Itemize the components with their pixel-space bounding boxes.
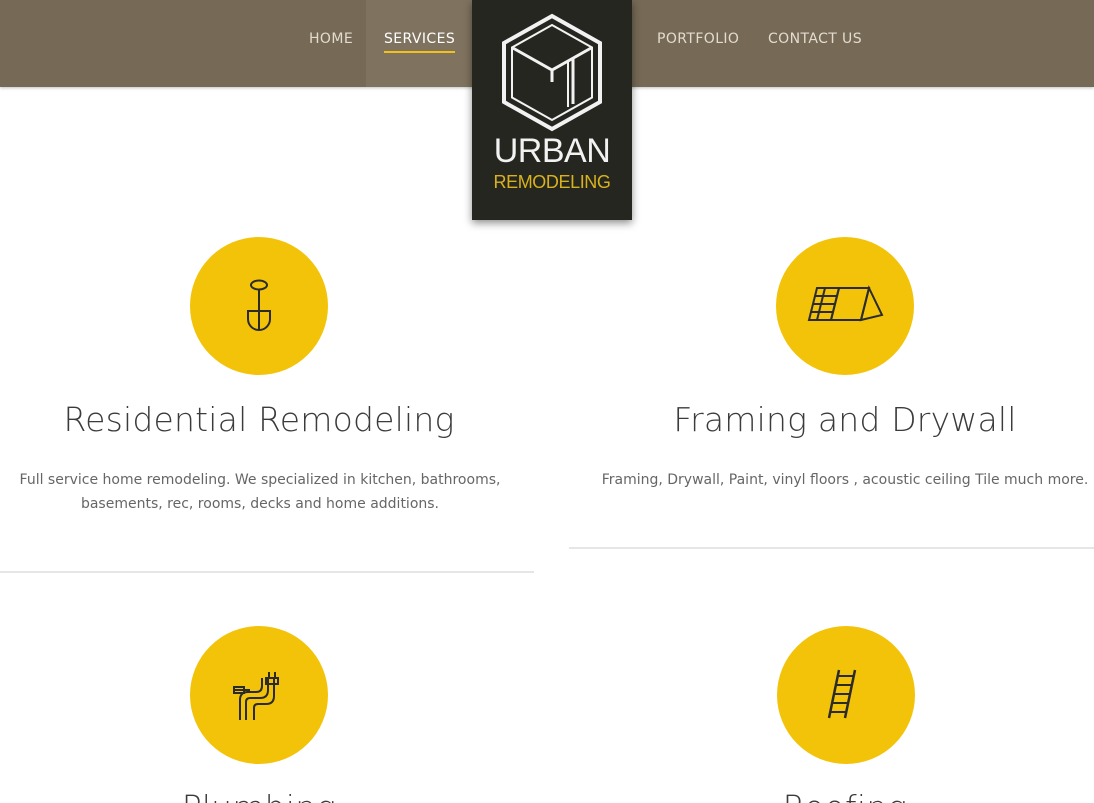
shovel-icon (247, 279, 271, 331)
service-description: Full service home remodeling. We special… (19, 472, 501, 512)
service-description: Framing, Drywall, Paint, vinyl floors , … (601, 472, 1089, 488)
service-icon-circle (190, 237, 328, 375)
nav-contact-link[interactable]: CONTACT US (768, 31, 862, 47)
service-title: Residential Remodeling (63, 400, 455, 439)
cube-logo-icon (502, 13, 602, 132)
service-icon-circle (777, 626, 915, 764)
logo-subtitle: REMODELING (493, 172, 611, 192)
ladder-icon (827, 669, 857, 719)
nav-services-link[interactable]: SERVICES (384, 31, 456, 53)
site-logo[interactable]: URBAN REMODELING (472, 0, 632, 220)
nav-portfolio-link[interactable]: PORTFOLIO (657, 31, 739, 47)
pipes-icon (233, 672, 279, 720)
service-title: Framing and Drywall (673, 400, 1017, 439)
service-title: Plumbing (0, 788, 518, 803)
logo-wordmark: URBAN (493, 132, 611, 170)
nav-home-link[interactable]: HOME (309, 31, 353, 47)
drywall-panels-icon (807, 285, 884, 322)
divider (569, 547, 1094, 549)
divider (0, 571, 534, 573)
service-title: Roofing (569, 788, 1094, 803)
service-icon-circle (776, 237, 914, 375)
service-icon-circle (190, 626, 328, 764)
